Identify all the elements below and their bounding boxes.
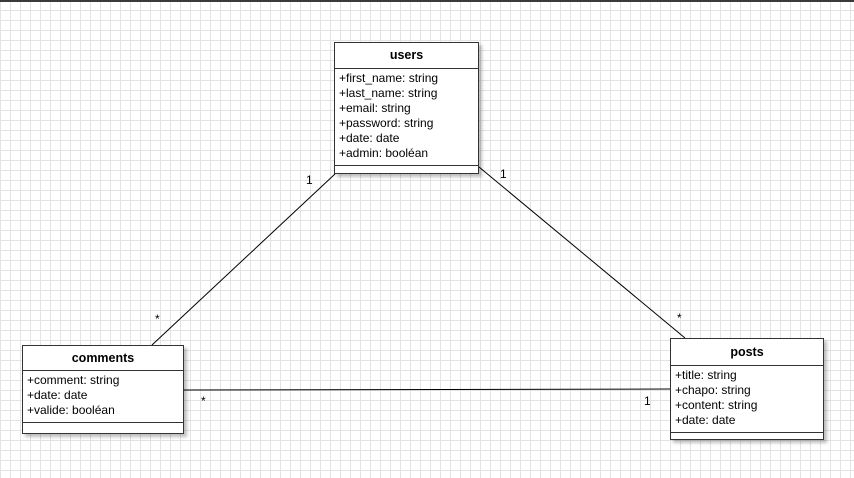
association-users-posts[interactable] <box>478 166 686 339</box>
class-posts-methods <box>671 433 823 440</box>
class-posts-attributes: +title: string +chapo: string +content: … <box>671 366 823 433</box>
multiplicity-comments-posts-posts-end: 1 <box>644 394 651 408</box>
multiplicity-users-posts-users-end: 1 <box>500 167 507 181</box>
multiplicity-users-posts-posts-end: * <box>677 311 682 325</box>
attribute-chapo: +chapo: string <box>675 383 751 397</box>
multiplicity-users-comments-users-end: 1 <box>306 173 313 187</box>
attribute-email: +email: string <box>339 101 411 115</box>
class-comments-attributes: +comment: string +date: date +valide: bo… <box>23 371 183 423</box>
class-users[interactable]: users +first_name: string +last_name: st… <box>334 42 479 174</box>
attribute-valide: +valide: booléan <box>27 403 115 417</box>
attribute-title: +title: string <box>675 368 737 382</box>
attribute-last-name: +last_name: string <box>339 86 438 100</box>
attribute-date: +date: date <box>339 131 400 145</box>
class-comments-name: comments <box>23 346 183 371</box>
class-posts-name: posts <box>671 339 823 366</box>
multiplicity-comments-posts-comments-end: * <box>201 394 206 408</box>
class-users-attributes: +first_name: string +last_name: string +… <box>335 69 478 166</box>
class-comments-methods <box>23 423 183 430</box>
attribute-admin: +admin: booléan <box>339 146 429 160</box>
attribute-password: +password: string <box>339 116 434 130</box>
attribute-content: +content: string <box>675 398 758 412</box>
class-comments[interactable]: comments +comment: string +date: date +v… <box>22 345 184 434</box>
attribute-date: +date: date <box>675 413 736 427</box>
attribute-comment: +comment: string <box>27 373 120 387</box>
class-users-name: users <box>335 43 478 69</box>
class-users-methods <box>335 166 478 173</box>
attribute-date: +date: date <box>27 388 88 402</box>
class-posts[interactable]: posts +title: string +chapo: string +con… <box>670 338 824 440</box>
association-comments-posts[interactable] <box>183 388 671 391</box>
attribute-first-name: +first_name: string <box>339 71 439 85</box>
multiplicity-users-comments-comments-end: * <box>155 312 160 326</box>
association-users-comments[interactable] <box>151 173 336 346</box>
